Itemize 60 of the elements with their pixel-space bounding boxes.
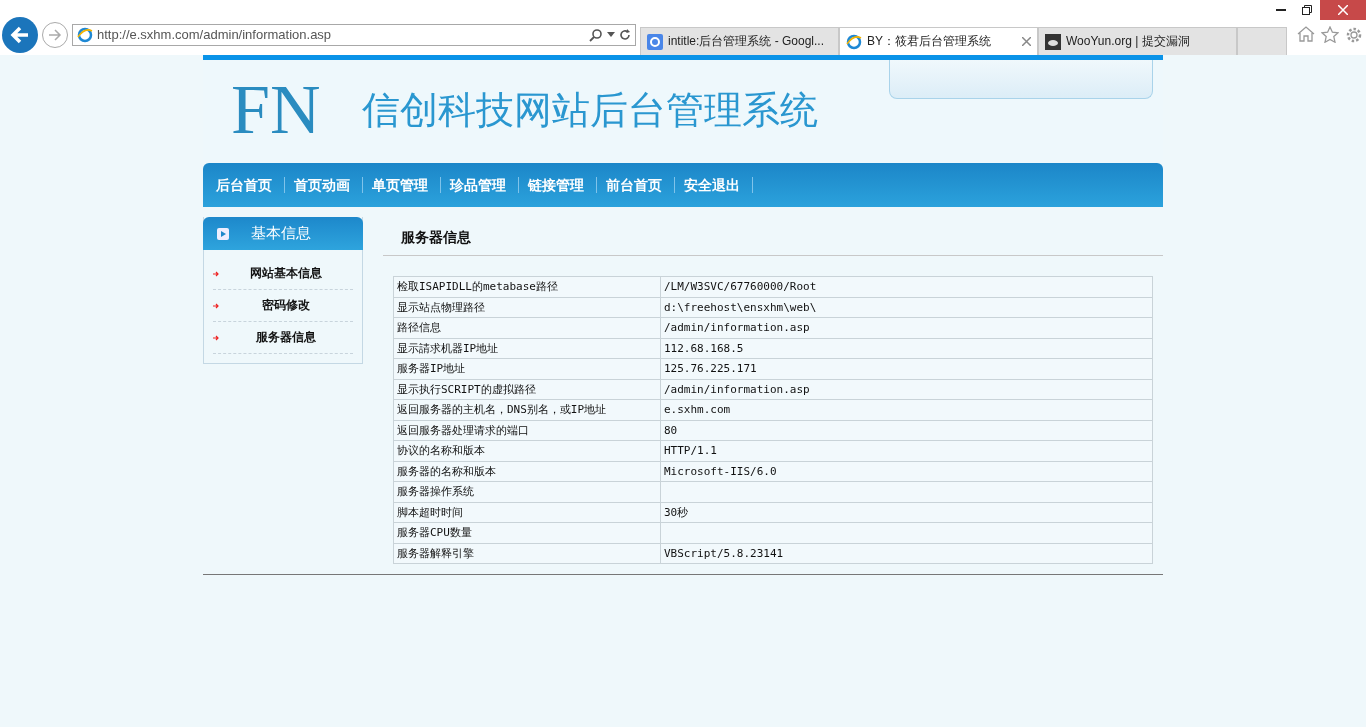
- settings-icon[interactable]: [1345, 25, 1363, 44]
- google-icon: [647, 33, 663, 50]
- table-cell: 检取ISAPIDLL的metabase路径: [393, 276, 661, 297]
- table-cell: /admin/information.asp: [660, 379, 1153, 400]
- table-cell: 服务器解释引擎: [393, 543, 661, 564]
- arrow-left-icon: [10, 25, 30, 44]
- table-cell: /LM/W3SVC/67760000/Root: [660, 276, 1153, 297]
- table-cell: 路径信息: [393, 317, 661, 338]
- table-cell: d:\freehost\ensxhm\web\: [660, 297, 1153, 318]
- table-cell: 112.68.168.5: [660, 338, 1153, 359]
- table-cell: 显示請求机器IP地址: [393, 338, 661, 359]
- browser-tab[interactable]: WooYun.org | 提交漏洞: [1038, 27, 1237, 55]
- sidebar-link[interactable]: 服务器信息: [213, 322, 353, 354]
- back-button[interactable]: [2, 16, 38, 53]
- sidebar-link[interactable]: 密码修改: [213, 290, 353, 322]
- table-cell: 服务器操作系统: [393, 481, 661, 502]
- arrow-icon: [213, 302, 219, 309]
- caret-icon: [607, 32, 615, 37]
- url-text: http://e.sxhm.com/admin/information.asp: [97, 27, 333, 42]
- play-icon: [217, 227, 229, 240]
- table-cell: HTTP/1.1: [660, 440, 1153, 461]
- table-cell: 返回服务器的主机名，DNS别名，或IP地址: [393, 399, 661, 420]
- minimize-icon: [1276, 9, 1286, 11]
- cloud-icon: [1045, 33, 1061, 50]
- browser-tab[interactable]: intitle:后台管理系统 - Googl...: [640, 27, 839, 55]
- address-bar[interactable]: http://e.sxhm.com/admin/information.asp: [72, 23, 636, 46]
- browser-icon: [846, 33, 862, 50]
- table-cell: Microsoft-IIS/6.0: [660, 461, 1153, 482]
- table-cell: 返回服务器处理请求的端口: [393, 420, 661, 441]
- table-cell: 显示站点物理路径: [393, 297, 661, 318]
- table-cell: 服务器IP地址: [393, 358, 661, 379]
- table-cell: /admin/information.asp: [660, 317, 1153, 338]
- home-icon[interactable]: [1297, 25, 1315, 42]
- table-cell: 脚本超时时间: [393, 502, 661, 523]
- refresh-icon: [619, 28, 631, 41]
- browser-icon: [77, 26, 93, 43]
- arrow-icon: [213, 334, 219, 341]
- site-title: 信创科技网站后台管理系统: [362, 86, 819, 134]
- close-icon[interactable]: [1022, 37, 1031, 46]
- table-cell: VBScript/5.8.23141: [660, 543, 1153, 564]
- close-icon: [1338, 5, 1348, 15]
- sidebar-title: 基本信息: [251, 224, 311, 243]
- restore-icon: [1302, 5, 1312, 15]
- close-button[interactable]: [1320, 0, 1366, 20]
- table-cell: e.sxhm.com: [660, 399, 1153, 420]
- star-icon[interactable]: [1321, 25, 1339, 43]
- table-cell: 协议的名称和版本: [393, 440, 661, 461]
- site-logo: FN: [231, 75, 321, 145]
- arrow-right-icon: [48, 28, 62, 41]
- search-icon: [589, 27, 603, 42]
- table-cell: 显示执行SCRIPT的虚拟路径: [393, 379, 661, 400]
- table-cell: 服务器的名称和版本: [393, 461, 661, 482]
- arrow-icon: [213, 270, 219, 277]
- table-cell: 80: [660, 420, 1153, 441]
- browser-tab[interactable]: BY：筱君后台管理系统: [839, 27, 1038, 55]
- table-cell: 服务器CPU数量: [393, 522, 661, 543]
- section-title: 服务器信息: [400, 228, 472, 247]
- sidebar-link[interactable]: 网站基本信息: [213, 258, 353, 290]
- table-cell: 30秒: [660, 502, 1153, 523]
- table-cell: 125.76.225.171: [660, 358, 1153, 379]
